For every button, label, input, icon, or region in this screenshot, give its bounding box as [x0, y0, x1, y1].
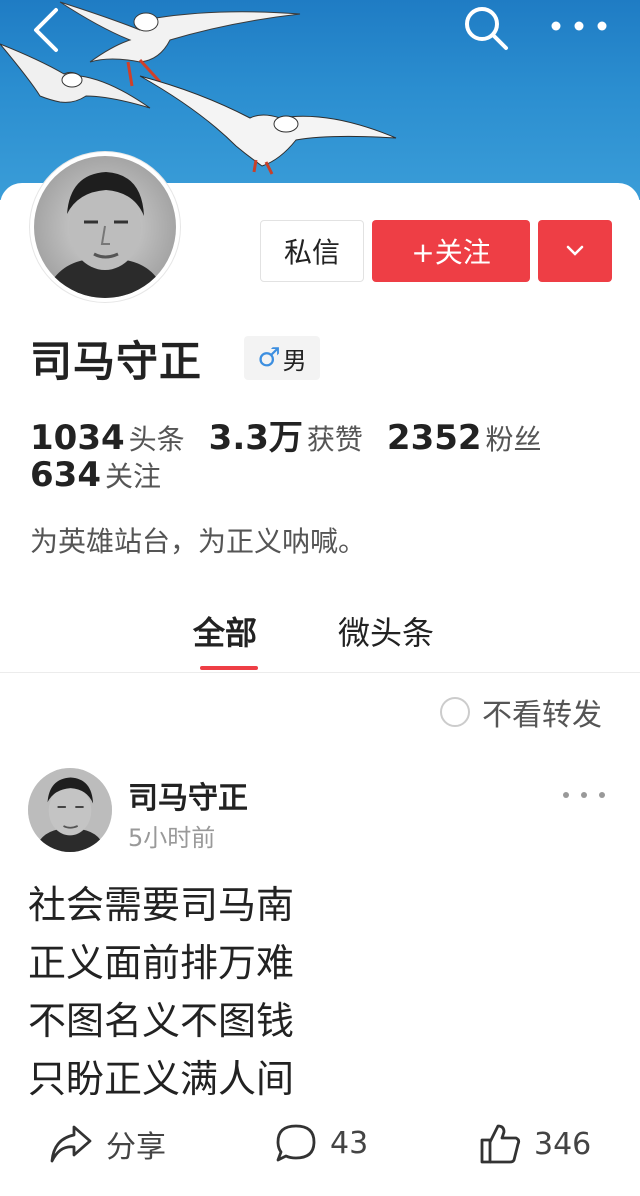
- comment-count: 43: [330, 1125, 369, 1161]
- post-more-button[interactable]: [560, 780, 608, 810]
- post-author-name[interactable]: 司马守正: [128, 773, 248, 817]
- post-author-avatar[interactable]: [28, 768, 112, 852]
- like-count: 346: [534, 1126, 592, 1162]
- search-button[interactable]: [460, 2, 512, 54]
- profile-name: 司马守正: [30, 337, 203, 386]
- stats-row: 1034 头条 3.3万 获赞 2352 粉丝: [30, 410, 566, 459]
- stats-row-2: 634 关注: [30, 455, 185, 495]
- post-line: 正义面前排万难: [28, 941, 295, 985]
- search-icon: [465, 7, 508, 50]
- tab-micro-posts[interactable]: 微头条: [338, 608, 434, 654]
- message-button[interactable]: 私信: [260, 220, 364, 282]
- like-button[interactable]: 346: [478, 1122, 591, 1166]
- more-options-button[interactable]: [548, 8, 610, 44]
- profile-bio: 为英雄站台，为正义呐喊。: [30, 525, 367, 558]
- comment-icon: [276, 1124, 316, 1162]
- post-body[interactable]: 社会需要司马南 正义面前排万难 不图名义不图钱 只盼正义满人间: [28, 876, 294, 1108]
- more-icon: [563, 792, 605, 798]
- comment-button[interactable]: 43: [274, 1122, 368, 1164]
- tab-all[interactable]: 全部: [193, 608, 257, 654]
- back-button[interactable]: [28, 6, 68, 54]
- active-tab-indicator: [200, 666, 258, 670]
- post-timestamp: 5小时前: [128, 824, 216, 852]
- share-button[interactable]: 分享: [48, 1122, 166, 1166]
- share-label: 分享: [106, 1130, 166, 1165]
- hide-reposts-toggle[interactable]: 不看转发: [440, 690, 602, 734]
- post-line: 不图名义不图钱: [28, 999, 295, 1043]
- follow-dropdown-button[interactable]: [538, 220, 612, 282]
- chevron-down-icon: [566, 245, 584, 256]
- gender-badge: ♂ 男: [244, 336, 320, 380]
- avatar-portrait-image: [28, 768, 112, 852]
- post-line: 只盼正义满人间: [28, 1057, 295, 1101]
- gender-label: 男: [282, 346, 307, 375]
- back-icon: [34, 8, 58, 52]
- avatar-portrait-image: [34, 156, 176, 298]
- male-icon: ♂: [257, 343, 281, 373]
- stat-likes[interactable]: 3.3万 获赞: [209, 418, 387, 458]
- hide-reposts-label: 不看转发: [482, 698, 602, 733]
- post-line: 社会需要司马南: [28, 883, 295, 927]
- stat-following[interactable]: 634 关注: [30, 455, 185, 495]
- follow-button[interactable]: +关注: [372, 220, 530, 282]
- stat-posts[interactable]: 1034 头条: [30, 418, 209, 458]
- share-icon: [50, 1125, 92, 1163]
- radio-button[interactable]: [440, 697, 470, 727]
- tab-bar: [0, 592, 640, 673]
- profile-avatar[interactable]: [30, 152, 180, 302]
- more-icon: [551, 21, 607, 31]
- stat-followers[interactable]: 2352 粉丝: [387, 418, 566, 458]
- thumbs-up-icon: [480, 1124, 521, 1164]
